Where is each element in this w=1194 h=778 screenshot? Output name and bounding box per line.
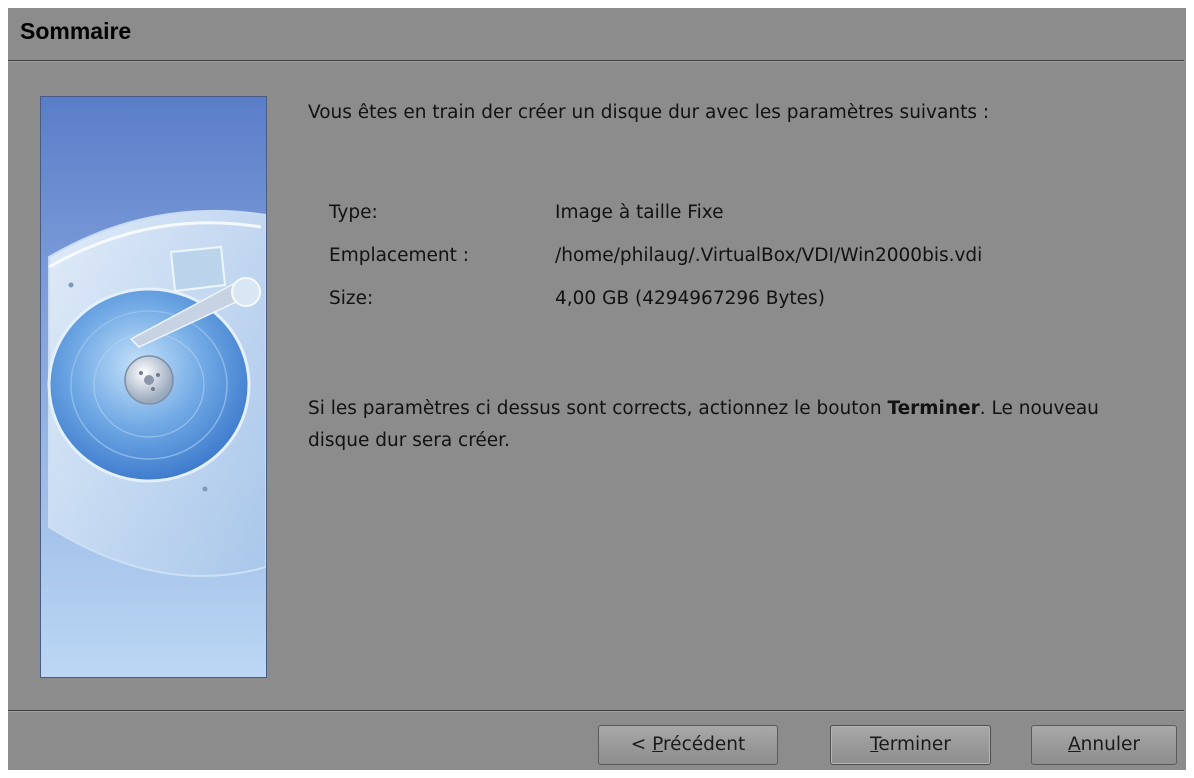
cancel-button[interactable]: Annuler	[1031, 725, 1177, 765]
confirm-instructions: Si les paramètres ci dessus sont correct…	[308, 393, 1128, 457]
confirm-text-emphasis: Terminer	[887, 398, 980, 419]
new-disk-wizard-dialog: Sommaire Vous êtes en train der créer un…	[8, 8, 1186, 770]
side-banner	[40, 96, 267, 678]
intro-text: Vous êtes en train der créer un disque d…	[308, 102, 990, 123]
type-label: Type:	[329, 202, 378, 223]
confirm-text-before: Si les paramètres ci dessus sont correct…	[308, 398, 888, 419]
finish-button[interactable]: Terminer	[830, 725, 991, 765]
previous-button-mnemonic: P	[652, 734, 663, 755]
type-value: Image à taille Fixe	[555, 202, 724, 223]
previous-button-prefix: <	[630, 734, 653, 755]
hard-disk-icon	[47, 209, 266, 577]
size-label: Size:	[329, 288, 374, 309]
wizard-header: Sommaire	[8, 8, 1186, 60]
finish-button-rest: erminer	[878, 734, 951, 755]
location-value: /home/philaug/.VirtualBox/VDI/Win2000bis…	[555, 245, 983, 266]
cancel-button-mnemonic: A	[1068, 734, 1081, 755]
size-value: 4,00 GB (4294967296 Bytes)	[555, 288, 825, 309]
header-divider	[8, 60, 1184, 62]
cancel-button-rest: nnuler	[1080, 734, 1140, 755]
previous-button-rest: récédent	[662, 734, 746, 755]
footer-divider	[8, 710, 1184, 712]
page-title: Sommaire	[20, 18, 132, 44]
location-label: Emplacement :	[329, 245, 469, 266]
previous-button[interactable]: < Précédent	[598, 725, 778, 765]
